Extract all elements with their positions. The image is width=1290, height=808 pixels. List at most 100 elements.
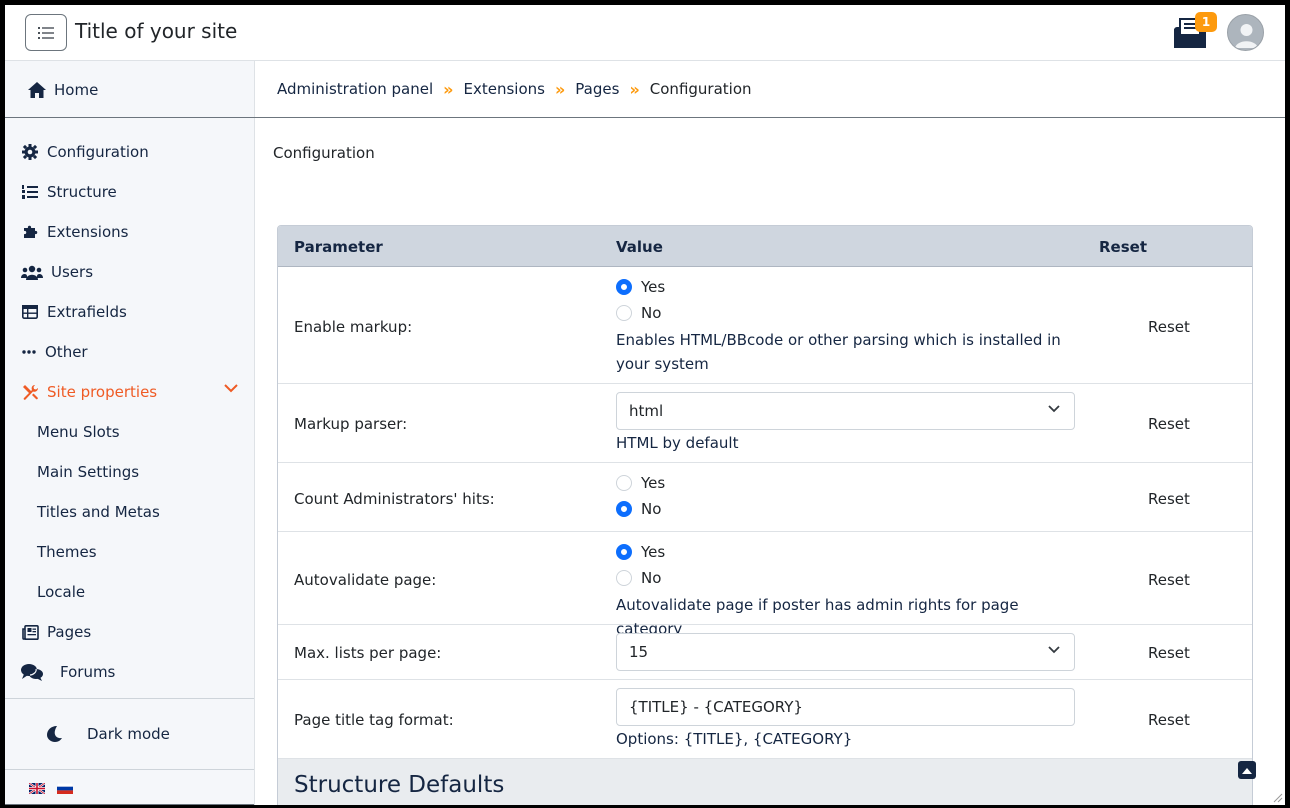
page-title: Configuration: [273, 144, 375, 162]
sidebar-item-label: Menu Slots: [37, 423, 120, 441]
radio-indicator: [616, 475, 632, 491]
sidebar-item-label: Site properties: [47, 383, 158, 401]
sidebar: Home Configuration Structure Extensions: [5, 61, 255, 805]
column-header-reset: Reset: [1099, 238, 1147, 256]
breadcrumb: Administration panel » Extensions » Page…: [255, 61, 1285, 118]
title-format-input[interactable]: [616, 688, 1075, 726]
reset-link[interactable]: Reset: [1148, 490, 1190, 508]
max-lists-select[interactable]: 15: [616, 633, 1075, 671]
param-label: Autovalidate page:: [294, 571, 437, 589]
radio-count-admin-yes[interactable]: Yes: [616, 474, 665, 492]
radio-indicator: [616, 570, 632, 586]
russian-flag-icon[interactable]: [57, 783, 73, 794]
sidebar-item-pages[interactable]: Pages: [5, 612, 254, 652]
sidebar-item-extrafields[interactable]: Extrafields: [5, 292, 254, 332]
sidebar-divider: [5, 698, 254, 699]
language-switcher: [29, 783, 73, 794]
chevron-down-icon: [224, 384, 238, 393]
sidebar-item-forums[interactable]: Forums: [5, 652, 254, 692]
sidebar-subitem-main-settings[interactable]: Main Settings: [5, 452, 254, 492]
english-flag-icon[interactable]: [29, 783, 45, 794]
sidebar-item-label: Titles and Metas: [37, 503, 160, 521]
sidebar-item-extensions[interactable]: Extensions: [5, 212, 254, 252]
chevron-down-icon: [1048, 646, 1060, 654]
table-row: Count Administrators' hits: Yes No Reset: [278, 463, 1252, 532]
breadcrumb-extensions[interactable]: Extensions: [464, 80, 545, 98]
user-avatar[interactable]: [1227, 14, 1264, 51]
table-row: Markup parser: html HTML by default Rese…: [278, 384, 1252, 463]
sidebar-item-structure[interactable]: Structure: [5, 172, 254, 212]
resize-grip-icon[interactable]: [1271, 791, 1283, 803]
param-hint: Enables HTML/BBcode or other parsing whi…: [616, 331, 1061, 373]
reset-link[interactable]: Reset: [1148, 318, 1190, 336]
param-label: Max. lists per page:: [294, 644, 442, 662]
breadcrumb-separator: »: [554, 79, 566, 99]
sidebar-item-home[interactable]: Home: [5, 70, 254, 110]
scroll-to-top-button[interactable]: [1238, 761, 1256, 779]
reset-link[interactable]: Reset: [1148, 571, 1190, 589]
sidebar-subitem-locale[interactable]: Locale: [5, 572, 254, 612]
breadcrumb-admin-panel[interactable]: Administration panel: [277, 80, 433, 98]
sidebar-item-users[interactable]: Users: [5, 252, 254, 292]
comments-icon: [21, 663, 43, 681]
gear-icon: [21, 143, 39, 161]
reset-link[interactable]: Reset: [1148, 644, 1190, 662]
radio-indicator: [616, 305, 632, 321]
users-icon: [21, 263, 43, 281]
param-label: Markup parser:: [294, 415, 408, 433]
table-icon: [21, 303, 39, 321]
sidebar-divider: [5, 769, 254, 770]
caret-up-icon: [1242, 767, 1252, 774]
newspaper-icon: [21, 623, 39, 641]
markup-parser-select[interactable]: html: [616, 392, 1075, 430]
breadcrumb-pages[interactable]: Pages: [575, 80, 619, 98]
sidebar-subitem-titles-and-metas[interactable]: Titles and Metas: [5, 492, 254, 532]
sidebar-item-label: Users: [51, 263, 94, 281]
sidebar-subitem-themes[interactable]: Themes: [5, 532, 254, 572]
sidebar-item-configuration[interactable]: Configuration: [5, 132, 254, 172]
chevron-down-icon: [1048, 405, 1060, 413]
table-row: Enable markup: Yes No Enables HTML/BBcod…: [278, 267, 1252, 384]
tools-icon: [21, 383, 39, 401]
app-window: Title of your site 1 Home Configuration …: [5, 5, 1285, 805]
radio-autovalidate-yes[interactable]: Yes: [616, 543, 665, 561]
sidebar-item-label: Pages: [47, 623, 92, 641]
select-value: 15: [629, 643, 649, 661]
sidebar-item-label: Themes: [37, 543, 97, 561]
site-title[interactable]: Title of your site: [75, 19, 237, 43]
table-row: Page title tag format: Options: {TITLE},…: [278, 680, 1252, 758]
dark-mode-toggle[interactable]: Dark mode: [5, 711, 254, 757]
reset-link[interactable]: Reset: [1148, 711, 1190, 729]
table-header: Parameter Value Reset: [278, 226, 1252, 267]
list-ordered-icon: [21, 183, 39, 201]
home-icon: [28, 81, 46, 99]
section-header: Structure Defaults: [278, 758, 1252, 805]
sidebar-toggle-button[interactable]: [25, 14, 67, 51]
column-header-value: Value: [616, 238, 663, 256]
radio-enable-markup-yes[interactable]: Yes: [616, 278, 665, 296]
param-label: Enable markup:: [294, 318, 413, 336]
column-header-parameter: Parameter: [294, 238, 383, 256]
radio-indicator: [616, 279, 632, 295]
sidebar-subitem-menu-slots[interactable]: Menu Slots: [5, 412, 254, 452]
radio-label: No: [641, 569, 662, 587]
radio-label: No: [641, 304, 662, 322]
radio-enable-markup-no[interactable]: No: [616, 304, 661, 322]
sidebar-item-other[interactable]: Other: [5, 332, 254, 372]
sidebar-divider: [5, 804, 254, 805]
radio-count-admin-no[interactable]: No: [616, 500, 661, 518]
config-table: Parameter Value Reset Enable markup: Yes…: [277, 225, 1253, 805]
sidebar-item-label: Home: [54, 81, 99, 99]
sidebar-item-label: Configuration: [47, 143, 149, 161]
breadcrumb-separator: »: [629, 79, 640, 99]
reset-link[interactable]: Reset: [1148, 415, 1190, 433]
param-hint: HTML by default: [616, 434, 739, 452]
sidebar-item-label: Main Settings: [37, 463, 140, 481]
sidebar-item-site-properties[interactable]: Site properties: [5, 372, 254, 412]
moon-icon: [45, 725, 63, 743]
sidebar-item-label: Locale: [37, 583, 86, 601]
dark-mode-label: Dark mode: [87, 725, 170, 743]
param-label: Page title tag format:: [294, 711, 454, 729]
radio-autovalidate-no[interactable]: No: [616, 569, 661, 587]
breadcrumb-current: Configuration: [649, 80, 752, 98]
